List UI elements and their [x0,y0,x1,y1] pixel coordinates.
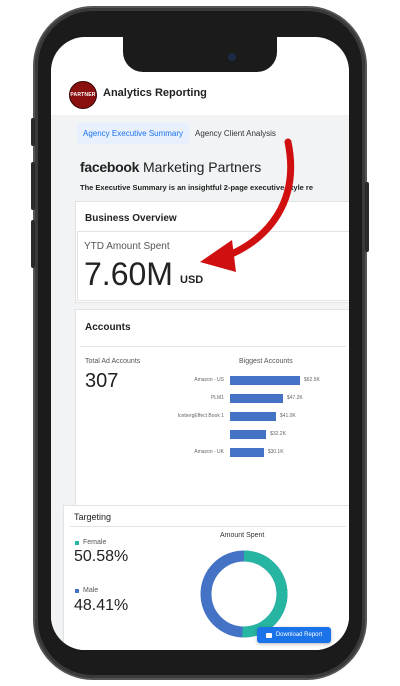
download-report-button[interactable]: Download Report [257,627,331,643]
bar-value-label: $41.0K [279,413,296,419]
amount-spent-label: Amount Spent [220,532,265,539]
phone-side-button [31,118,35,146]
bar-value-label: $30.1K [267,449,284,455]
ytd-label: YTD Amount Spent [84,241,170,252]
phone-side-button [31,162,35,210]
male-legend-icon [75,589,79,593]
male-label: Male [83,587,99,594]
bar [230,448,264,457]
app-logo: PARTNER [69,81,97,109]
bar-value-label: $62.5K [304,377,320,383]
bar-label: Amazon - UK [194,449,224,455]
bar [230,430,267,439]
bar [230,394,283,403]
total-ad-accounts-value: 307 [85,370,119,392]
phone-side-button [365,182,369,252]
total-ad-accounts-label: Total Ad Accounts [85,358,141,365]
download-icon [265,632,272,638]
marketing-partners-text: Marketing Partners [142,159,262,175]
phone-screen: PARTNER Analytics Reporting Agency Execu… [51,37,349,650]
download-report-label: Download Report [275,632,323,638]
phone-notch [123,37,277,72]
ytd-value: 7.60M [84,256,173,292]
targeting-title: Targeting [74,512,112,522]
facebook-wordmark: facebook [80,159,140,175]
bar-label: IcebergEffect Book 1 [177,413,224,419]
executive-summary-text: The Executive Summary is an insightful 2… [80,183,314,192]
ytd-card: YTD Amount Spent 7.60M USD [77,231,349,301]
tab-agency-executive-summary[interactable]: Agency Executive Summary [77,123,190,144]
app-title: Analytics Reporting [103,87,207,99]
tab-agency-client-analysis[interactable]: Agency Client Analysis [189,123,282,144]
female-legend-icon [75,541,79,545]
bar [230,376,300,385]
bar-label: PLM1 [210,395,224,401]
accounts-card: Accounts Total Ad Accounts 307 Biggest A… [75,309,349,507]
camera-icon [228,53,236,61]
phone-side-button [31,220,35,268]
report-content: Agency Executive Summary Agency Client A… [51,115,349,650]
female-percent: 50.58% [74,548,129,565]
facebook-marketing-partners-logo: facebook Marketing Partners [80,159,261,175]
accounts-title: Accounts [85,322,131,333]
female-label: Female [83,539,107,546]
bar-value-label: $47.2K [286,395,303,401]
app-header: PARTNER Analytics Reporting [51,69,349,111]
business-overview-title: Business Overview [85,213,177,224]
bar-value-label: $32.2K [270,431,286,437]
bar-label: Amazon - US [194,377,224,383]
male-percent: 48.41% [74,597,129,614]
ytd-unit: USD [180,274,204,286]
biggest-accounts-label: Biggest Accounts [239,358,293,365]
bar [230,412,276,421]
